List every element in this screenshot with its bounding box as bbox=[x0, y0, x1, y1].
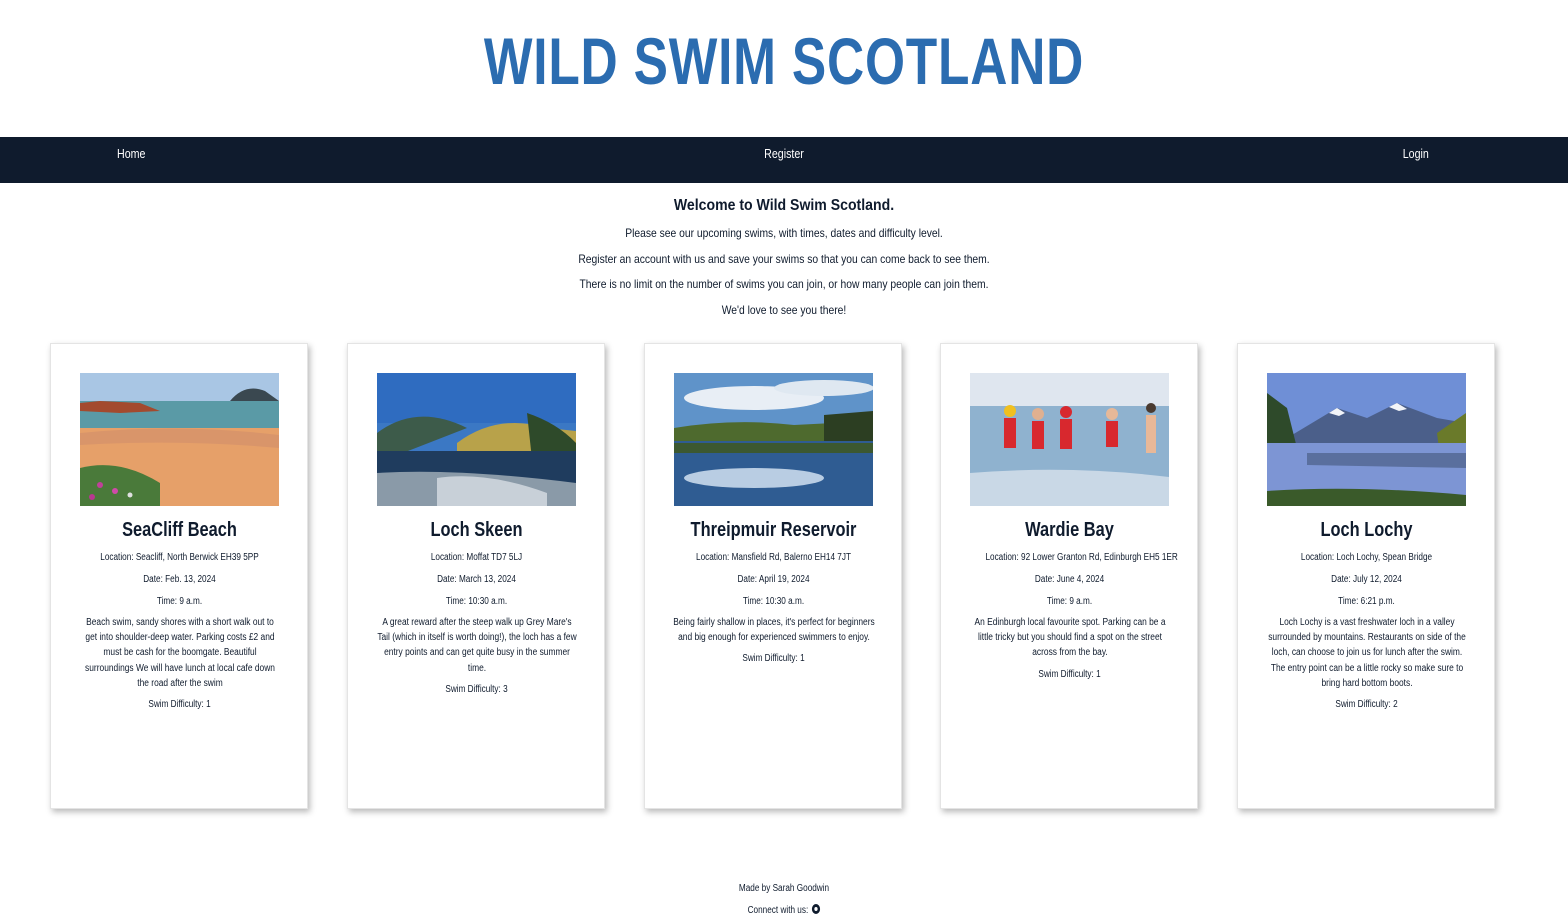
nav-register-link[interactable]: Register bbox=[141, 146, 1427, 161]
mountain-loch-photo bbox=[1267, 373, 1466, 506]
swim-description: Being fairly shallow in places, it's per… bbox=[673, 617, 875, 644]
swim-time: Time: 10:30 a.m. bbox=[445, 596, 508, 607]
swim-date: Date: Feb. 13, 2024 bbox=[143, 574, 216, 585]
swim-difficulty: Swim Difficulty: 1 bbox=[148, 699, 211, 711]
swim-description: A great reward after the steep walk up G… bbox=[377, 617, 577, 674]
swim-card[interactable]: Loch Skeen Location: Moffat TD7 5LJ Date… bbox=[347, 343, 605, 809]
swim-card[interactable]: Loch Lochy Location: Loch Lochy, Spean B… bbox=[1237, 343, 1495, 809]
swim-card[interactable]: SeaCliff Beach Location: Seacliff, North… bbox=[50, 343, 308, 809]
connect-row: Connect with us: bbox=[141, 900, 1427, 922]
main-nav: Home Register Login bbox=[0, 137, 1568, 183]
swim-date: Date: July 12, 2024 bbox=[1331, 574, 1402, 585]
welcome-title: Welcome to Wild Swim Scotland. bbox=[673, 197, 895, 214]
swim-name: SeaCliff Beach bbox=[122, 519, 237, 541]
site-logo[interactable]: WILD SWIM SCOTLAND bbox=[172, 28, 1395, 94]
swim-name: Loch Lochy bbox=[1320, 519, 1413, 541]
swim-description: Beach swim, sandy shores with a short wa… bbox=[85, 617, 275, 689]
made-by-text: Made by Sarah Goodwin bbox=[738, 883, 830, 894]
loch-photo bbox=[377, 373, 576, 506]
swim-location: Location: Loch Lochy, Spean Bridge bbox=[1300, 552, 1433, 563]
site-footer: Made by Sarah Goodwin Connect with us: bbox=[0, 878, 1568, 922]
swim-time: Time: 6:21 p.m. bbox=[1338, 596, 1395, 607]
github-icon[interactable] bbox=[812, 904, 821, 914]
welcome-line: Please see our upcoming swims, with time… bbox=[625, 226, 943, 240]
swim-time: Time: 9 a.m. bbox=[156, 596, 203, 607]
swim-time: Time: 9 a.m. bbox=[1046, 596, 1093, 607]
reservoir-photo bbox=[674, 373, 873, 506]
swim-name: Loch Skeen bbox=[430, 519, 523, 541]
site-header: WILD SWIM SCOTLAND bbox=[0, 0, 1568, 137]
swim-difficulty: Swim Difficulty: 1 bbox=[1038, 668, 1101, 680]
swim-date: Date: June 4, 2024 bbox=[1034, 574, 1105, 585]
swim-date: Date: April 19, 2024 bbox=[737, 574, 810, 585]
swim-time: Time: 10:30 a.m. bbox=[742, 596, 805, 607]
swim-location: Location: Mansfield Rd, Balerno EH14 7JT bbox=[696, 552, 851, 563]
connect-label: Connect with us: bbox=[747, 905, 809, 916]
swim-date: Date: March 13, 2024 bbox=[437, 574, 516, 585]
swim-difficulty: Swim Difficulty: 1 bbox=[742, 653, 805, 665]
swimmers-photo bbox=[970, 373, 1169, 506]
swim-name: Wardie Bay bbox=[1025, 519, 1114, 541]
swim-card[interactable]: Wardie Bay Location: 92 Lower Granton Rd… bbox=[940, 343, 1198, 809]
beach-photo bbox=[80, 373, 279, 506]
swim-description: An Edinburgh local favourite spot. Parki… bbox=[974, 617, 1166, 659]
swim-difficulty: Swim Difficulty: 3 bbox=[445, 683, 508, 695]
swim-name: Threipmuir Reservoir bbox=[690, 519, 857, 541]
welcome-line: Register an account with us and save you… bbox=[578, 251, 990, 266]
welcome-line: We'd love to see you there! bbox=[721, 302, 847, 317]
swim-description: Loch Lochy is a vast freshwater loch in … bbox=[1268, 617, 1466, 689]
swim-card[interactable]: Threipmuir Reservoir Location: Mansfield… bbox=[644, 343, 902, 809]
nav-login-link[interactable]: Login bbox=[1403, 146, 1429, 161]
welcome-section: Welcome to Wild Swim Scotland. Please se… bbox=[0, 195, 1568, 323]
swim-location: Location: Moffat TD7 5LJ bbox=[430, 552, 523, 563]
welcome-line: There is no limit on the number of swims… bbox=[579, 277, 989, 291]
swim-location: Location: 92 Lower Granton Rd, Edinburgh… bbox=[985, 552, 1178, 563]
swim-difficulty: Swim Difficulty: 2 bbox=[1335, 699, 1398, 711]
swim-location: Location: Seacliff, North Berwick EH39 5… bbox=[100, 552, 259, 563]
